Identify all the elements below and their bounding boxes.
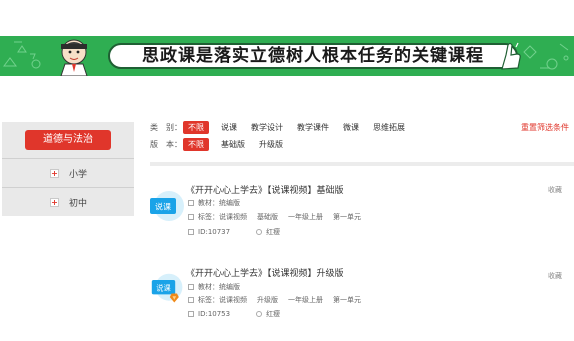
pointing-hand-icon (498, 42, 521, 70)
resource-tags: 标签： 说课视频 升级版 一年级上册 第一单元 (188, 295, 371, 305)
icon-label: 说课 (156, 283, 170, 292)
sidebar-item-label: 初中 (69, 198, 88, 209)
resource-tags: 标签： 说课视频 基础版 一年级上册 第一单元 (188, 212, 371, 222)
favorite-button[interactable]: 收藏 (548, 271, 562, 281)
category-option-all[interactable]: 不限 (183, 121, 209, 134)
tag-text: 第一单元 (333, 296, 361, 304)
category-option-courseware[interactable]: 教学课件 (297, 122, 329, 133)
boy-mascot-icon (60, 39, 88, 76)
resource-meta-row: ID:10753 红瘦 (188, 309, 280, 319)
resource-textbook: 教材：统编版 (188, 198, 240, 208)
resource-item: 说课 《开开心心上学去》【说课视频】升级版 收藏 教材：统编版 标签： 说课视频… (150, 266, 574, 326)
tag-text: 基础版 (257, 213, 278, 221)
plus-icon[interactable]: + (50, 168, 59, 178)
user-icon (256, 311, 263, 317)
resource-item: 说课 《开开心心上学去》【说课视频】基础版 收藏 教材：统编版 标签： 说课视频… (150, 183, 574, 243)
sidebar-item-junior[interactable]: + 初中 (2, 187, 134, 216)
resource-title[interactable]: 《开开心心上学去》【说课视频】基础版 (186, 183, 344, 196)
book-icon (188, 284, 194, 290)
favorite-button[interactable]: 收藏 (548, 185, 562, 195)
sidebar-header: 道德与法治 (2, 122, 134, 158)
category-filter-row: 类 别： 不限 说课 教学设计 教学课件 微课 思维拓展 (150, 121, 419, 134)
id-icon (188, 229, 194, 235)
edition-filter-row: 版 本： 不限 基础版 升级版 (150, 138, 297, 151)
textbook-text: 教材：统编版 (198, 283, 240, 291)
tag-text: 说课视频 (219, 296, 247, 304)
id-icon (188, 311, 194, 317)
category-option-extension[interactable]: 思维拓展 (373, 122, 405, 133)
textbook-text: 教材：统编版 (198, 199, 240, 207)
resource-author: 红瘦 (266, 310, 281, 318)
edition-option-basic[interactable]: 基础版 (221, 139, 245, 150)
book-icon (188, 200, 194, 206)
edition-filter-label: 版 本： (150, 140, 182, 149)
resource-title[interactable]: 《开开心心上学去》【说课视频】升级版 (186, 266, 344, 279)
tag-icon (188, 297, 194, 303)
tag-text: 升级版 (257, 296, 278, 304)
category-option-shuoke[interactable]: 说课 (221, 122, 237, 133)
tag-text: 说课视频 (219, 213, 247, 221)
tag-text: 一年级上册 (288, 213, 323, 221)
edition-option-all[interactable]: 不限 (183, 138, 209, 151)
banner-title: 思政课是落实立德树人根本任务的关键课程 (142, 46, 484, 66)
category-option-design[interactable]: 教学设计 (251, 122, 283, 133)
tag-text: 一年级上册 (288, 296, 323, 304)
video-lesson-icon[interactable]: 说课 (150, 271, 186, 307)
filter-divider (150, 162, 574, 166)
resource-author: 红瘦 (266, 228, 281, 236)
subject-button[interactable]: 道德与法治 (25, 130, 111, 150)
sidebar-item-primary[interactable]: + 小学 (2, 158, 134, 187)
resource-meta-row: ID:10737 红瘦 (188, 227, 280, 237)
subject-sidebar: 道德与法治 + 小学 + 初中 (2, 122, 134, 216)
icon-label: 说课 (155, 202, 171, 212)
resource-id: ID:10737 (198, 228, 231, 236)
video-lesson-icon[interactable]: 说课 (150, 188, 186, 224)
tag-text: 第一单元 (333, 213, 361, 221)
top-banner: 思政课是落实立德树人根本任务的关键课程 (0, 36, 574, 76)
plus-icon[interactable]: + (50, 197, 59, 207)
reset-filters-link[interactable]: 重置筛选条件 (521, 122, 569, 133)
tags-label: 标签： (198, 213, 219, 221)
tags-label: 标签： (198, 296, 219, 304)
category-option-microlesson[interactable]: 微课 (343, 122, 359, 133)
sidebar-item-label: 小学 (69, 169, 88, 180)
edition-option-upgrade[interactable]: 升级版 (259, 139, 283, 150)
tag-icon (188, 214, 194, 220)
resource-id: ID:10753 (198, 310, 231, 318)
category-filter-label: 类 别： (150, 123, 182, 132)
user-icon (256, 229, 263, 235)
resource-textbook: 教材：统编版 (188, 282, 240, 292)
